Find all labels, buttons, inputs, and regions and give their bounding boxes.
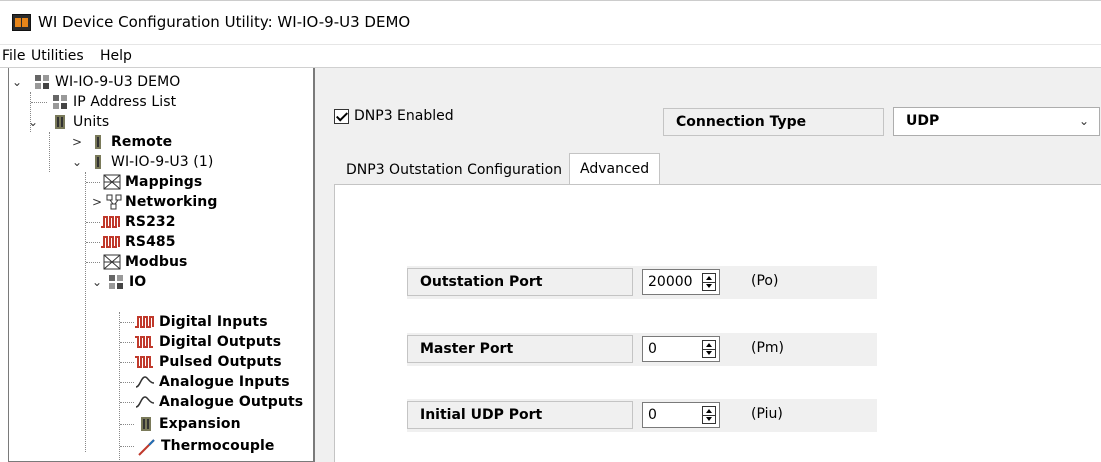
tree-node-label: Analogue Inputs (159, 374, 290, 390)
chevron-down-icon[interactable]: ⌄ (1079, 108, 1089, 135)
device-icon (107, 274, 125, 290)
tree-connector (119, 312, 120, 461)
tree-node-label: IP Address List (73, 94, 177, 110)
unit-icon (89, 154, 107, 170)
menu-bar: File Utilities Help (0, 44, 1101, 68)
window-title: WI Device Configuration Utility: WI-IO-9… (38, 13, 411, 31)
tree-node-label: Pulsed Outputs (159, 354, 282, 370)
unit-icon (137, 416, 155, 432)
tree-connector (120, 424, 134, 425)
device-tree[interactable]: ⌄ WI-IO-9-U3 DEMO IP Address List ⌄ Unit… (8, 68, 314, 462)
outstation-port-label: Outstation Port (407, 268, 633, 296)
tree-connector (49, 132, 50, 172)
tree-connector (120, 342, 134, 343)
tree-node-label: Mappings (125, 174, 203, 190)
tree-node-label: IO (129, 274, 147, 290)
connection-type-value: UDP (906, 113, 940, 129)
tree-connector (120, 446, 134, 447)
spin-up-down-icon[interactable] (702, 340, 716, 358)
master-port-label: Master Port (407, 335, 633, 363)
tab-advanced[interactable]: Advanced (569, 153, 661, 185)
chevron-right-icon[interactable]: > (91, 192, 103, 212)
mapping-icon (103, 174, 121, 190)
initial-udp-port-value: 0 (648, 407, 657, 423)
connection-type-label: Connection Type (663, 108, 884, 136)
title-bar: WI Device Configuration Utility: WI-IO-9… (0, 0, 1101, 44)
tree-connector (86, 262, 100, 263)
app-icon (12, 14, 31, 31)
tree-node-label: WI-IO-9-U3 DEMO (55, 74, 181, 90)
dnp3-enabled-label: DNP3 Enabled (354, 108, 454, 124)
connection-type-select[interactable]: UDP ⌄ (893, 107, 1100, 136)
master-port-unit: (Pm) (751, 340, 785, 356)
tree-connector (120, 362, 134, 363)
serial-icon (101, 234, 120, 250)
mapping-icon (103, 254, 121, 270)
master-port-value: 0 (648, 341, 657, 357)
digital-input-icon (135, 314, 154, 330)
initial-udp-port-label: Initial UDP Port (407, 401, 633, 429)
chevron-down-icon[interactable]: ⌄ (27, 112, 39, 132)
tree-connector (86, 242, 100, 243)
unit-icon (51, 114, 69, 130)
outstation-port-value: 20000 (648, 274, 693, 290)
tree-node-label: Expansion (159, 416, 241, 432)
chevron-right-icon[interactable]: > (71, 132, 83, 152)
digital-output-icon (135, 354, 153, 370)
chevron-down-icon[interactable]: ⌄ (71, 152, 83, 172)
outstation-port-input[interactable]: 20000 (642, 269, 720, 295)
thermocouple-icon (137, 438, 155, 456)
tree-connector (120, 382, 134, 383)
tree-node-label: RS232 (125, 214, 176, 230)
master-port-input[interactable]: 0 (642, 336, 720, 362)
menu-file[interactable]: File (2, 48, 25, 64)
spin-up-down-icon[interactable] (702, 406, 716, 424)
chevron-down-icon[interactable]: ⌄ (11, 72, 23, 92)
tree-connector (86, 222, 100, 223)
tree-node-label: WI-IO-9-U3 (1) (111, 154, 214, 170)
tree-connector (120, 402, 134, 403)
tree-connector (31, 102, 47, 103)
unit-icon (89, 134, 107, 150)
device-icon (33, 74, 51, 90)
tree-node-label: RS485 (125, 234, 176, 250)
outstation-port-unit: (Po) (751, 273, 779, 289)
digital-output-icon (135, 334, 153, 350)
initial-udp-port-input[interactable]: 0 (642, 402, 720, 428)
network-icon (105, 194, 123, 210)
spin-up-down-icon[interactable] (702, 273, 716, 291)
dnp3-enabled-checkbox[interactable] (334, 109, 349, 124)
tree-node-label: Digital Inputs (159, 314, 268, 330)
tree-connector (120, 322, 134, 323)
analogue-icon (135, 374, 155, 390)
serial-icon (101, 214, 120, 230)
tree-node-label: Networking (125, 194, 218, 210)
initial-udp-port-unit: (Piu) (751, 406, 783, 422)
tree-node-label: Remote (111, 134, 173, 150)
chevron-down-icon[interactable]: ⌄ (91, 272, 103, 292)
menu-utilities[interactable]: Utilities (31, 48, 84, 64)
tree-connector (85, 172, 86, 452)
menu-help[interactable]: Help (100, 48, 132, 64)
tree-connector (86, 182, 100, 183)
tab-outstation-configuration[interactable]: DNP3 Outstation Configuration (346, 155, 562, 185)
device-icon (51, 94, 69, 110)
tree-node-label: Digital Outputs (159, 334, 282, 350)
tree-node-label: Thermocouple (161, 438, 275, 454)
analogue-icon (135, 394, 155, 410)
tree-node-label: Modbus (125, 254, 188, 270)
tree-node-label: Analogue Outputs (159, 394, 304, 410)
tree-node-label: Units (73, 114, 110, 130)
